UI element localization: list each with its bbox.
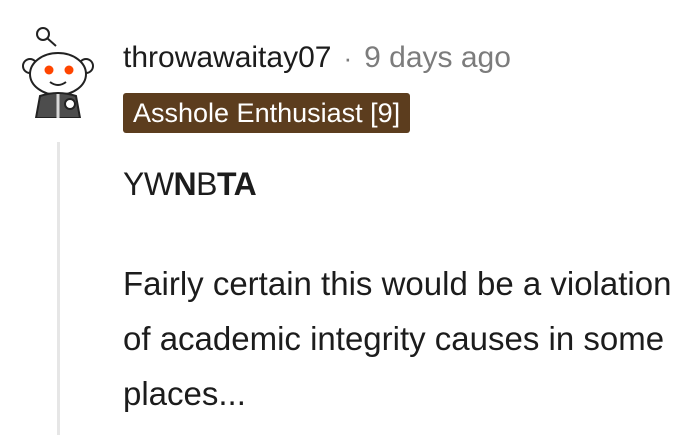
- comment-timestamp[interactable]: 9 days ago: [364, 41, 511, 75]
- comment-meta: throwawaitay07 · 9 days ago: [123, 38, 511, 78]
- verdict-part-3: B: [196, 166, 217, 202]
- user-avatar[interactable]: [20, 22, 96, 119]
- comment-body: Fairly certain this would be a violation…: [123, 265, 672, 412]
- snoo-avatar-icon: [22, 27, 94, 119]
- comment: throwawaitay07 · 9 days ago Asshole Enth…: [0, 0, 700, 435]
- verdict-part-4: TA: [217, 166, 257, 202]
- verdict-part-2: N: [173, 166, 197, 202]
- comment-verdict: YWNBTA: [123, 166, 257, 203]
- thread-line[interactable]: [57, 142, 60, 435]
- meta-separator: ·: [343, 42, 353, 73]
- user-flair-badge: Asshole Enthusiast [9]: [123, 93, 411, 133]
- username-link[interactable]: throwawaitay07: [123, 41, 331, 75]
- verdict-part-1: YW: [123, 166, 174, 202]
